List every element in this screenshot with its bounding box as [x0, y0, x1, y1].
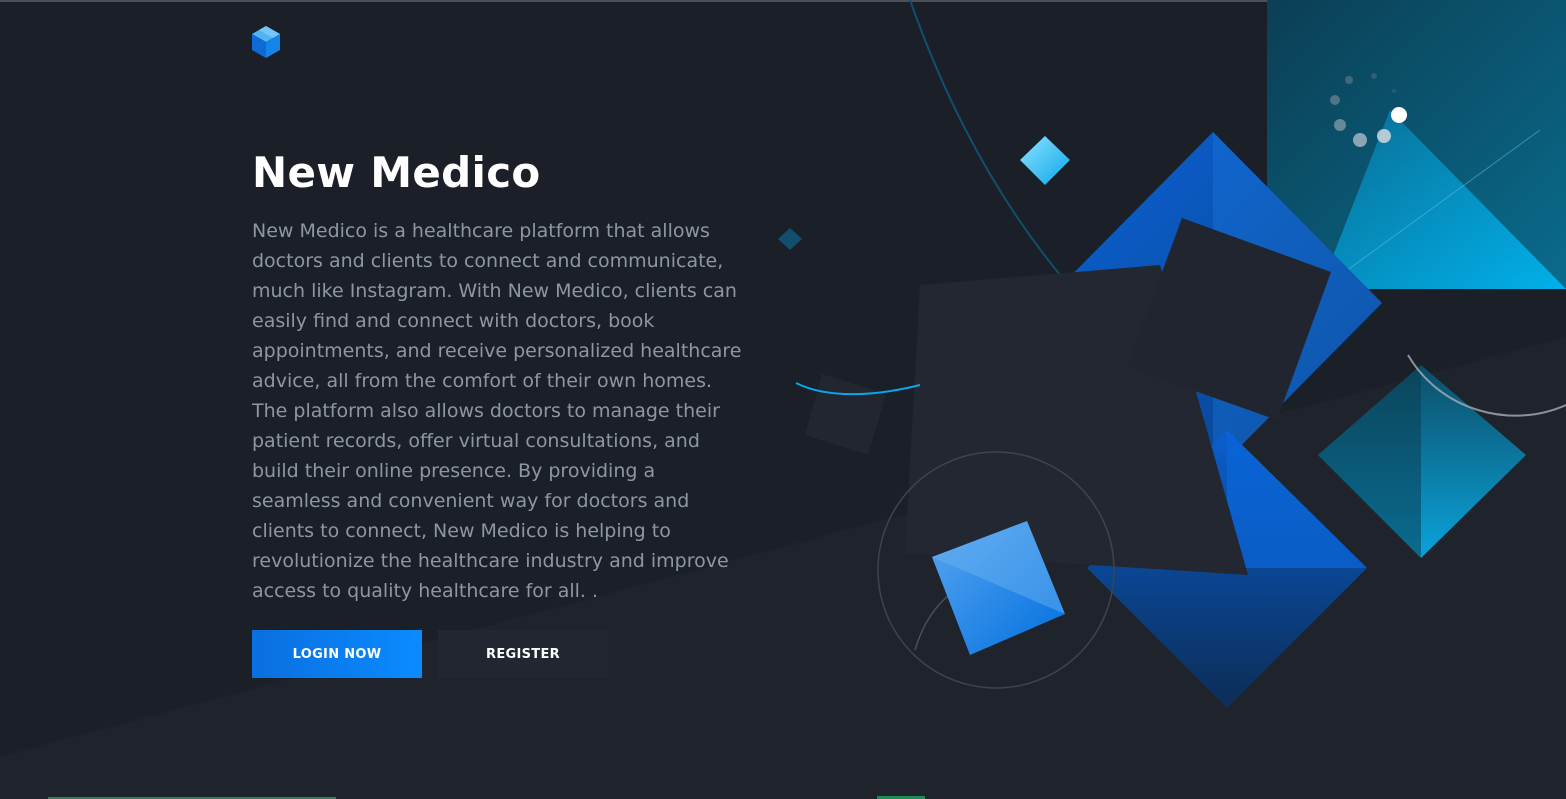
platform-description: New Medico is a healthcare platform that… — [252, 220, 742, 602]
register-button[interactable]: REGISTER — [438, 630, 608, 678]
hexagon-cube-logo-icon[interactable] — [251, 25, 281, 59]
hero-illustration — [778, 0, 1566, 708]
page-title: New Medico — [252, 148, 541, 197]
login-now-button[interactable]: LOGIN NOW — [252, 630, 422, 678]
